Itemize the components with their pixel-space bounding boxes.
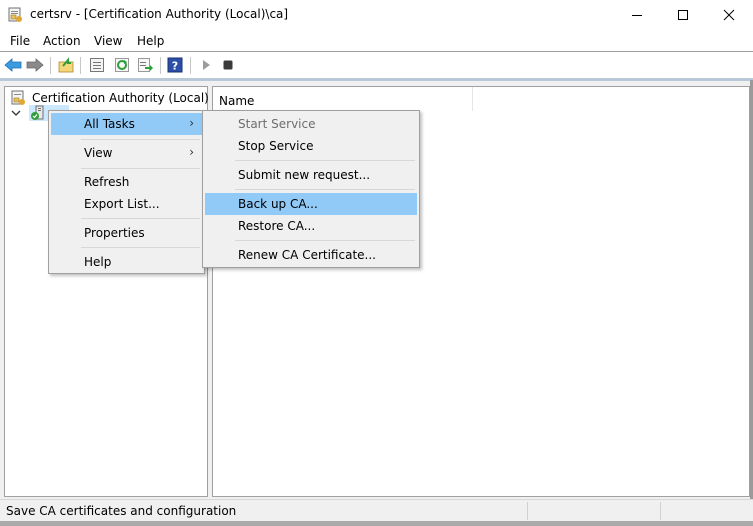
forward-button[interactable] [26, 56, 44, 74]
toolbar: ? [0, 53, 753, 78]
status-divider [527, 502, 528, 520]
menu-view[interactable]: View [94, 34, 122, 48]
menu-item-label: Restore CA... [238, 219, 316, 233]
stop-service-button[interactable] [219, 56, 237, 74]
menu-item-label: Export List... [84, 197, 160, 211]
refresh-icon [115, 58, 129, 72]
toolbar-separator [80, 57, 81, 74]
certsrv-app-icon [8, 7, 24, 23]
menu-item-export-list[interactable]: Export List... [51, 193, 202, 215]
window-title: certsrv - [Certification Authority (Loca… [30, 7, 289, 21]
minimize-icon [632, 15, 642, 16]
menu-separator [81, 218, 200, 219]
menu-separator [235, 189, 415, 190]
menu-item-label: Help [84, 255, 112, 269]
menu-item-renew-ca-certificate[interactable]: Renew CA Certificate... [205, 244, 417, 266]
menu-separator [81, 168, 200, 169]
help-icon: ? [167, 57, 183, 73]
menu-item-label: View [84, 146, 113, 160]
column-header-name[interactable]: Name [213, 87, 473, 111]
back-arrow-icon [4, 58, 22, 72]
export-list-icon [138, 58, 153, 72]
menu-separator [81, 139, 200, 140]
tree-item-certification-authority[interactable]: Certification Authority (Local) [11, 90, 209, 106]
menu-item-label: Renew CA Certificate... [238, 248, 376, 262]
menu-separator [235, 240, 415, 241]
up-folder-icon [58, 57, 74, 73]
menu-item-submit-new-request[interactable]: Submit new request... [205, 164, 417, 186]
column-header-label: Name [219, 94, 255, 108]
certificate-authority-icon [11, 90, 25, 105]
menu-item-refresh[interactable]: Refresh [51, 171, 202, 193]
menu-item-help[interactable]: Help [51, 251, 202, 273]
toolbar-separator [190, 57, 191, 74]
submenu-arrow-icon: › [189, 116, 194, 130]
tree-item-ca[interactable] [11, 105, 69, 121]
up-one-level-button[interactable] [57, 56, 75, 74]
start-service-button[interactable] [197, 56, 215, 74]
all-tasks-submenu: Start Service Stop Service Submit new re… [202, 110, 420, 268]
menu-separator [81, 247, 200, 248]
status-bar: Save CA certificates and configuration [0, 499, 753, 521]
maximize-icon [678, 10, 688, 20]
menu-action[interactable]: Action [43, 34, 81, 48]
menu-item-label: Back up CA... [238, 197, 318, 211]
tree-root-label: Certification Authority (Local) [32, 91, 209, 105]
menu-bar: File Action View Help [0, 31, 753, 52]
menu-separator [235, 160, 415, 161]
menu-item-back-up-ca[interactable]: Back up CA... [205, 193, 417, 215]
toolbar-separator [50, 57, 51, 74]
close-button[interactable] [706, 0, 752, 30]
maximize-button[interactable] [660, 0, 706, 30]
start-service-icon [203, 60, 210, 70]
menu-file[interactable]: File [10, 34, 30, 48]
context-menu: All Tasks › View › Refresh Export List..… [48, 110, 205, 274]
window-bottom-border [0, 521, 753, 526]
menu-item-label: Refresh [84, 175, 130, 189]
minimize-button[interactable] [614, 0, 660, 30]
status-text: Save CA certificates and configuration [6, 504, 237, 518]
menu-item-label: Stop Service [238, 139, 314, 153]
menu-item-label: Submit new request... [238, 168, 371, 182]
back-button[interactable] [4, 56, 22, 74]
toolbar-separator [160, 57, 161, 74]
menu-help[interactable]: Help [137, 34, 164, 48]
title-bar: certsrv - [Certification Authority (Loca… [0, 0, 753, 30]
menu-item-stop-service[interactable]: Stop Service [205, 135, 417, 157]
show-hide-tree-button[interactable] [88, 56, 106, 74]
svg-text:?: ? [172, 60, 178, 73]
chevron-down-icon[interactable] [11, 108, 21, 118]
menu-item-restore-ca[interactable]: Restore CA... [205, 215, 417, 237]
menu-item-all-tasks[interactable]: All Tasks › [51, 113, 202, 135]
menu-item-label: Start Service [238, 117, 316, 131]
menu-item-label: All Tasks [84, 117, 135, 131]
refresh-button[interactable] [113, 56, 131, 74]
status-divider [660, 502, 661, 520]
forward-arrow-icon [26, 58, 44, 72]
stop-service-icon [223, 60, 233, 70]
menu-item-view[interactable]: View › [51, 142, 202, 164]
menu-item-label: Properties [84, 226, 145, 240]
export-list-button[interactable] [136, 56, 154, 74]
menu-item-properties[interactable]: Properties [51, 222, 202, 244]
menu-item-start-service[interactable]: Start Service [205, 113, 417, 135]
close-icon [723, 9, 735, 21]
help-button[interactable]: ? [166, 56, 184, 74]
ca-server-running-icon [31, 105, 44, 120]
show-hide-console-tree-icon [90, 58, 104, 72]
submenu-arrow-icon: › [189, 145, 194, 159]
